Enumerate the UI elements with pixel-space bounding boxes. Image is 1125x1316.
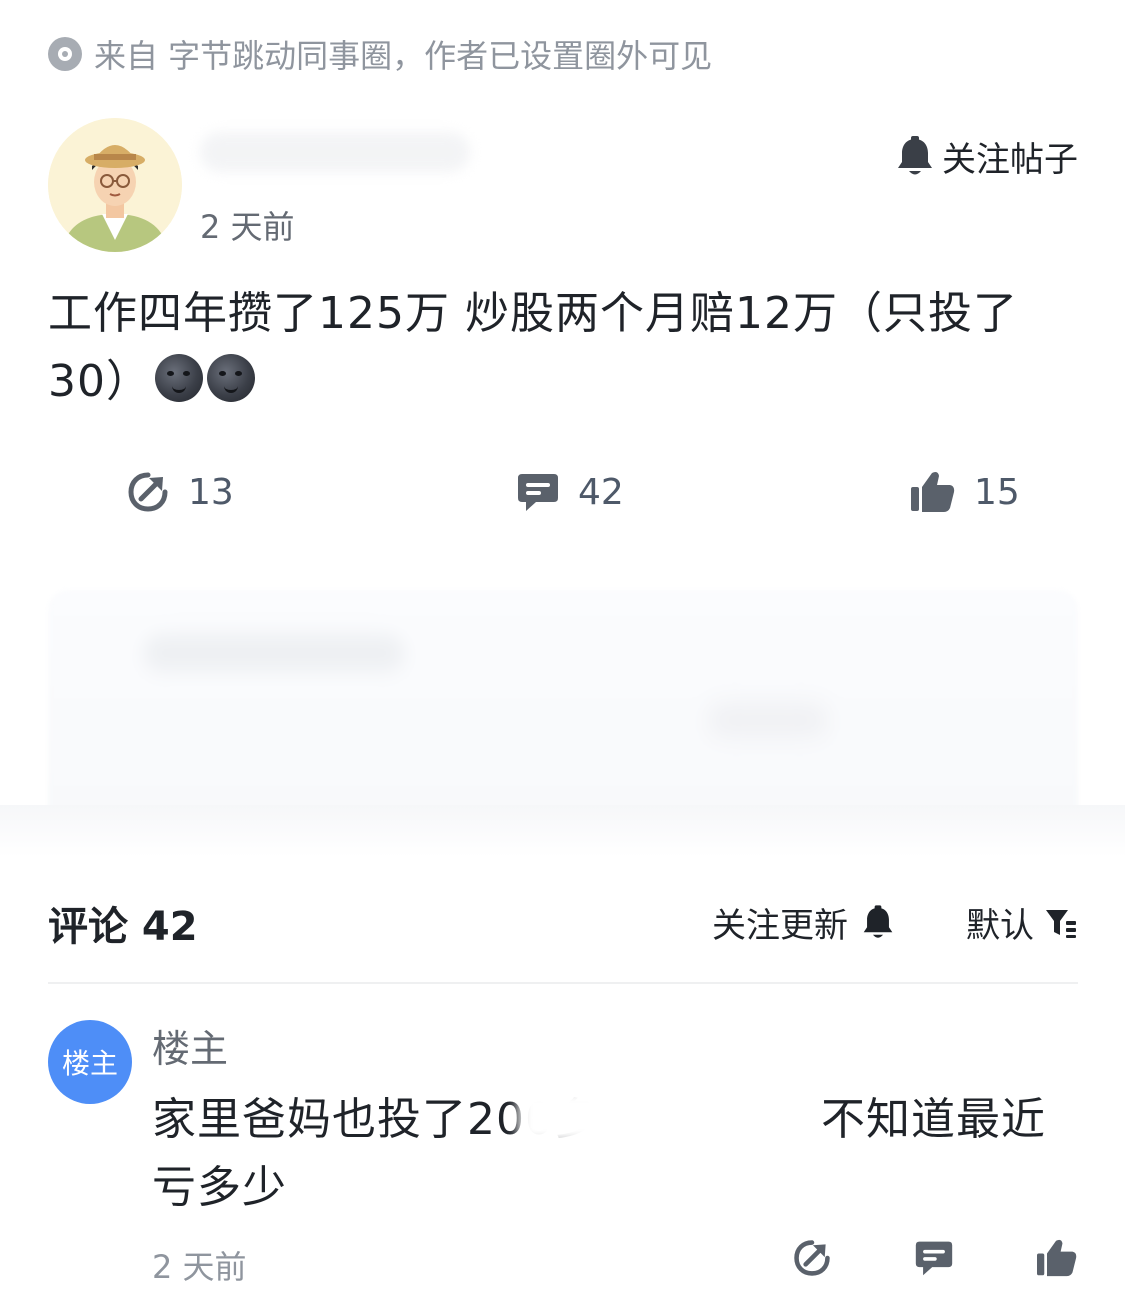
share-button[interactable]: 13 — [126, 470, 234, 514]
author-name-redacted[interactable] — [200, 132, 470, 172]
blurred-button — [708, 702, 828, 738]
post-content-line-2-text: 30） — [48, 356, 151, 407]
comment-item: 楼主 楼主 家里爸妈也投了200多 不知道最近 亏多少 2 天前 — [48, 1010, 1078, 1310]
section-fade — [0, 805, 1125, 857]
author-row: 2 天前 关注帖子 — [48, 118, 1078, 254]
filter-icon — [1046, 909, 1076, 938]
comment-username[interactable]: 楼主 — [152, 1018, 228, 1073]
blurred-text — [144, 634, 404, 672]
share-icon — [128, 472, 168, 512]
post-time: 2 天前 — [200, 208, 295, 246]
post-content-line-2: 30） — [48, 348, 1078, 416]
bell-icon — [898, 135, 932, 174]
share-icon[interactable] — [792, 1238, 832, 1278]
thumbs-up-icon[interactable] — [1036, 1238, 1078, 1278]
sort-label: 默认 — [966, 906, 1034, 946]
author-avatar[interactable] — [48, 118, 182, 252]
like-button[interactable]: 15 — [910, 470, 1020, 514]
avatar-illustration-icon — [48, 118, 182, 252]
post-action-row: 13 42 15 — [0, 470, 1125, 530]
comment-icon[interactable] — [914, 1238, 954, 1278]
source-text: 来自 字节跳动同事圈，作者已设置圈外可见 — [94, 37, 713, 75]
divider — [48, 982, 1078, 984]
new-moon-face-icon — [207, 354, 255, 402]
like-count: 15 — [974, 471, 1020, 513]
post-detail-page: 来自 字节跳动同事圈，作者已设置圈外可见 2 天前 关注帖子 工作四年攒了125… — [0, 0, 1125, 1316]
comments-header: 评论 42 关注更新 默认 — [48, 888, 1078, 952]
comment-button[interactable]: 42 — [516, 470, 624, 514]
follow-post-label: 关注帖子 — [942, 140, 1078, 180]
redacted-text — [518, 1088, 738, 1144]
circle-dot-icon — [48, 37, 82, 71]
op-avatar[interactable]: 楼主 — [48, 1020, 132, 1104]
follow-updates-button[interactable]: 关注更新 — [712, 898, 894, 947]
new-moon-face-icon — [155, 354, 203, 402]
comments-title: 评论 42 — [48, 904, 198, 950]
comment-actions — [792, 1238, 1078, 1278]
comment-icon — [518, 474, 558, 511]
post-content: 工作四年攒了125万 炒股两个月赔12万（只投了 30） — [48, 280, 1078, 416]
comment-count: 42 — [578, 471, 624, 513]
sort-dropdown[interactable]: 默认 — [966, 898, 1078, 947]
comment-body-line-1-tail: 不知道最近 — [820, 1094, 1046, 1145]
thumbs-up-icon — [911, 472, 955, 512]
follow-post-button[interactable]: 关注帖子 — [896, 132, 1078, 181]
comment-time: 2 天前 — [152, 1248, 247, 1286]
bell-icon — [863, 904, 893, 938]
source-bar[interactable]: 来自 字节跳动同事圈，作者已设置圈外可见 — [48, 30, 712, 78]
post-content-line-1: 工作四年攒了125万 炒股两个月赔12万（只投了 — [48, 288, 1018, 339]
comment-body-line-2: 亏多少 — [152, 1162, 287, 1213]
share-count: 13 — [188, 471, 234, 513]
follow-updates-label: 关注更新 — [712, 906, 848, 946]
